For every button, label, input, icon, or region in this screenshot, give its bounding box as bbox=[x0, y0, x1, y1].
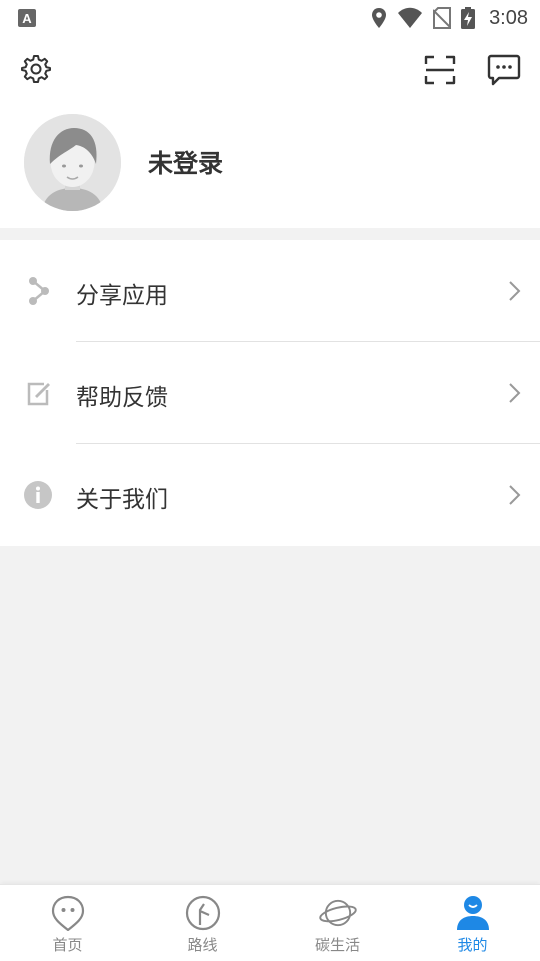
scan-icon bbox=[424, 55, 456, 85]
tab-carbon-life[interactable]: 碳生活 bbox=[270, 885, 405, 961]
message-icon bbox=[487, 54, 521, 86]
tab-mine[interactable]: 我的 bbox=[405, 885, 540, 961]
wifi-icon bbox=[398, 7, 423, 28]
tab-label: 我的 bbox=[457, 936, 488, 954]
user-icon bbox=[456, 896, 489, 930]
chevron-right-icon bbox=[509, 281, 521, 301]
svg-text:A: A bbox=[22, 11, 32, 26]
no-sim-icon bbox=[433, 7, 452, 29]
gear-icon bbox=[21, 55, 51, 83]
profile-header: 未登录 bbox=[0, 36, 540, 228]
tab-label: 首页 bbox=[52, 936, 83, 954]
route-icon bbox=[185, 895, 220, 931]
location-icon bbox=[372, 8, 387, 28]
login-status-label[interactable]: 未登录 bbox=[148, 144, 223, 180]
settings-button[interactable] bbox=[20, 53, 52, 85]
tab-label: 路线 bbox=[187, 936, 218, 954]
battery-charging-icon bbox=[461, 7, 476, 29]
info-icon bbox=[24, 481, 52, 509]
menu-item-label: 关于我们 bbox=[76, 487, 168, 513]
menu-item-label: 分享应用 bbox=[76, 283, 168, 309]
tab-label: 碳生活 bbox=[314, 936, 360, 954]
menu-item-about[interactable]: 关于我们 bbox=[0, 444, 540, 546]
status-time: 3:08 bbox=[489, 6, 528, 29]
edit-icon bbox=[27, 382, 50, 406]
planet-icon bbox=[318, 899, 357, 927]
menu-item-share[interactable]: 分享应用 bbox=[0, 240, 540, 342]
share-icon bbox=[29, 277, 49, 305]
menu-item-feedback[interactable]: 帮助反馈 bbox=[0, 342, 540, 444]
status-bar: A 3:08 bbox=[0, 0, 540, 36]
menu-item-label: 帮助反馈 bbox=[76, 385, 168, 411]
tab-home[interactable]: 首页 bbox=[0, 885, 135, 961]
text-a-icon: A bbox=[18, 9, 36, 27]
avatar[interactable] bbox=[24, 114, 121, 211]
bottom-tab-bar: 首页 路线 碳生活 我的 bbox=[0, 884, 540, 961]
message-button[interactable] bbox=[486, 53, 522, 87]
default-avatar-icon bbox=[24, 114, 121, 211]
tab-route[interactable]: 路线 bbox=[135, 885, 270, 961]
scan-button[interactable] bbox=[423, 53, 457, 87]
chevron-right-icon bbox=[509, 485, 521, 505]
home-face-icon bbox=[51, 895, 84, 931]
chevron-right-icon bbox=[509, 383, 521, 403]
settings-menu: 分享应用 帮助反馈 关于我们 bbox=[0, 240, 540, 546]
